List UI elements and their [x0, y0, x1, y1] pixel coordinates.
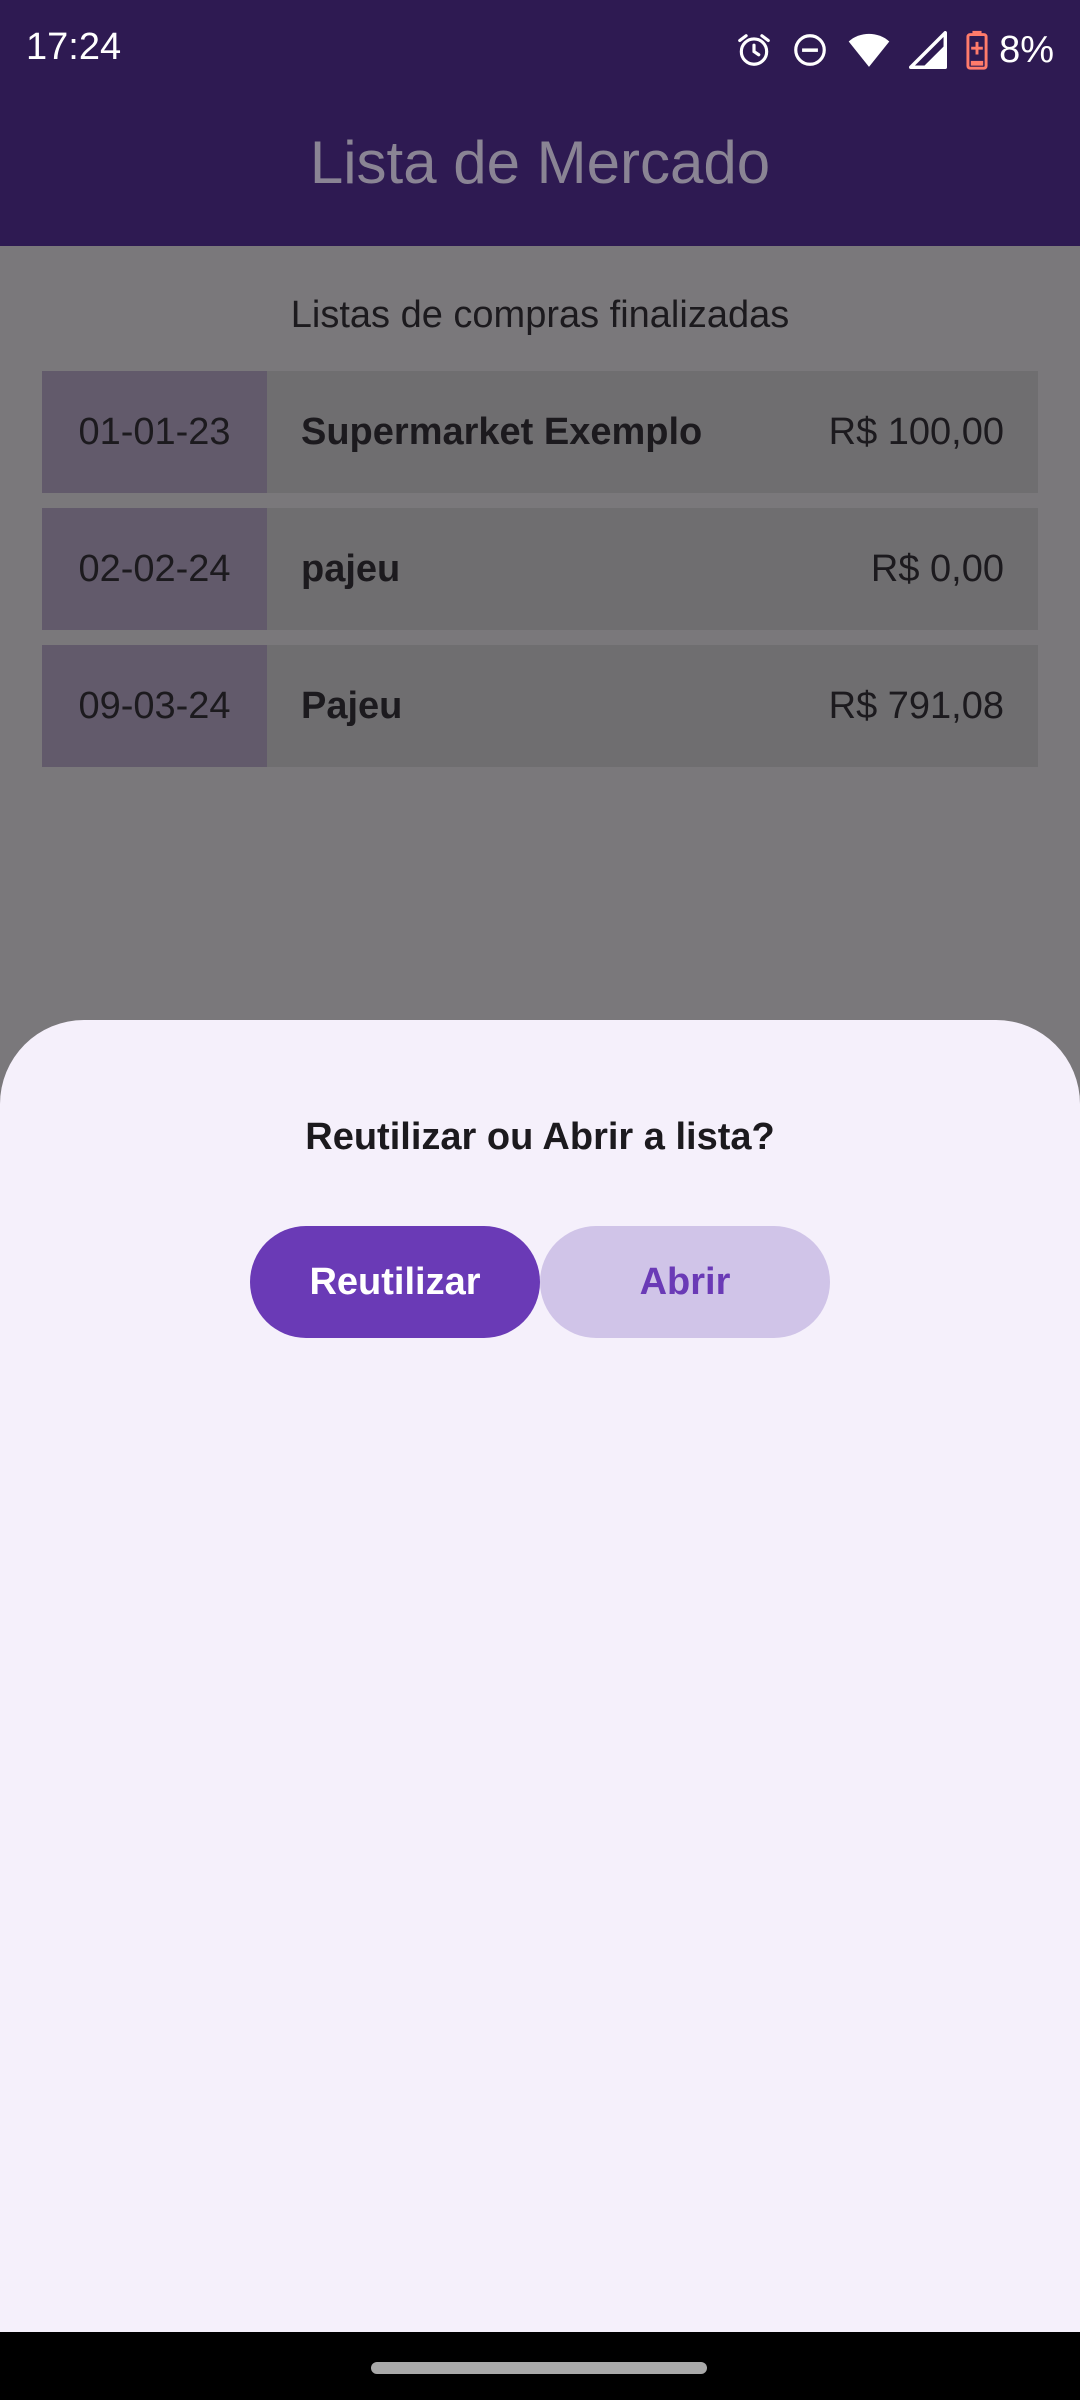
- list-item-total: R$ 791,08: [828, 684, 1004, 727]
- alarm-icon: [735, 31, 773, 69]
- sheet-actions: Reutilizar Abrir: [250, 1226, 830, 1338]
- status-bar: 17:24 8%: [0, 0, 1080, 100]
- list-item-store: Supermarket Exemplo: [301, 410, 703, 453]
- navigation-bar: [0, 2332, 1080, 2400]
- wifi-icon: [847, 31, 891, 69]
- list-item-body: Pajeu R$ 791,08: [267, 645, 1038, 767]
- list-item-store: Pajeu: [301, 684, 403, 727]
- list-item-store: pajeu: [301, 547, 401, 590]
- finished-lists: 01-01-23 Supermarket Exemplo R$ 100,00 0…: [42, 371, 1038, 782]
- list-item-date: 02-02-24: [42, 508, 267, 630]
- bottom-sheet: Reutilizar ou Abrir a lista? Reutilizar …: [0, 1020, 1080, 2332]
- section-title: Listas de compras finalizadas: [290, 294, 790, 336]
- app-title: Lista de Mercado: [309, 128, 771, 196]
- list-item-total: R$ 100,00: [828, 410, 1004, 453]
- sheet-title: Reutilizar ou Abrir a lista?: [305, 1116, 775, 1158]
- reuse-button[interactable]: Reutilizar: [250, 1226, 540, 1338]
- battery-percent: 8%: [999, 28, 1054, 71]
- list-item-date: 09-03-24: [42, 645, 267, 767]
- status-time: 17:24: [26, 26, 122, 68]
- list-item[interactable]: 02-02-24 pajeu R$ 0,00: [42, 508, 1038, 630]
- app-bar: Lista de Mercado: [0, 100, 1080, 246]
- signal-icon: [909, 31, 948, 69]
- list-item[interactable]: 01-01-23 Supermarket Exemplo R$ 100,00: [42, 371, 1038, 493]
- do-not-disturb-icon: [791, 31, 829, 69]
- list-item-body: pajeu R$ 0,00: [267, 508, 1038, 630]
- battery-icon: [965, 30, 989, 70]
- main-content: Listas de compras finalizadas 01-01-23 S…: [0, 246, 1080, 1146]
- list-item-body: Supermarket Exemplo R$ 100,00: [267, 371, 1038, 493]
- status-icons: 8%: [735, 24, 1054, 76]
- list-item-date: 01-01-23: [42, 371, 267, 493]
- list-item[interactable]: 09-03-24 Pajeu R$ 791,08: [42, 645, 1038, 767]
- home-indicator[interactable]: [371, 2362, 707, 2374]
- open-button[interactable]: Abrir: [540, 1226, 830, 1338]
- list-item-total: R$ 0,00: [870, 547, 1004, 590]
